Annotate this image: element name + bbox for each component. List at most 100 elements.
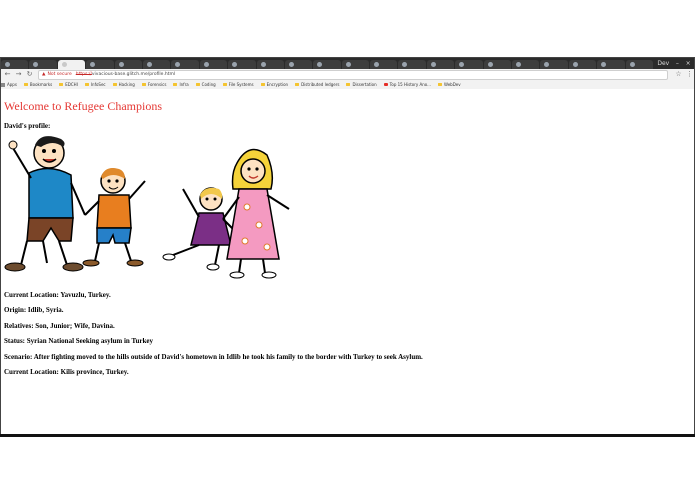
security-label[interactable]: Not secure [47, 72, 71, 77]
bookmark-item[interactable]: EDCHI [59, 82, 78, 87]
browser-tab[interactable] [370, 60, 398, 69]
menu-icon[interactable]: ⋮ [685, 70, 694, 79]
bookmark-label: Hacking [118, 82, 135, 87]
url-text: vivacious-base.glitch.me/profile.html [91, 72, 176, 77]
bookmark-item[interactable]: Encryption [260, 82, 289, 87]
address-bar[interactable]: ▲ Not secure https:// vivacious-base.gli… [38, 69, 668, 80]
browser-tab[interactable] [313, 60, 341, 69]
bookmark-item[interactable]: Dissertation [346, 82, 377, 87]
bookmark-label: Coding [201, 82, 216, 87]
detail-line: Scenario: After fighting moved to the hi… [4, 353, 423, 361]
bookmark-label: Encryption [266, 82, 289, 87]
bookmark-label: Apps [7, 82, 17, 87]
bookmark-item[interactable]: InfoSec [84, 82, 106, 87]
favicon-icon [90, 62, 96, 67]
bookmark-item[interactable]: File Systems [222, 82, 254, 87]
favicon-icon [459, 62, 465, 67]
browser-tab[interactable] [171, 60, 199, 69]
browser-tab[interactable] [512, 60, 540, 69]
browser-tab[interactable] [625, 60, 653, 69]
favicon-icon [288, 62, 294, 67]
bookmark-label: Top 15 History Ano... [389, 82, 431, 87]
profile-heading: David's profile: [4, 122, 51, 130]
page-content: Welcome to Refugee Champions David's pro… [1, 89, 694, 436]
browser-tab[interactable] [1, 60, 29, 69]
bookmark-item[interactable]: Infra [173, 82, 189, 87]
bookmark-label: Forensics [147, 82, 167, 87]
forward-icon[interactable]: → [14, 70, 23, 79]
favicon-icon [402, 62, 408, 67]
bookmark-item[interactable]: Forensics [141, 82, 167, 87]
bookmark-item[interactable]: Coding [195, 82, 216, 87]
browser-tab[interactable] [455, 60, 483, 69]
favicon-icon [118, 62, 124, 67]
bookmark-label: Infra [179, 82, 189, 87]
folder-icon [295, 83, 300, 86]
bookmark-item[interactable]: Apps [1, 82, 17, 87]
window-controls: Dev – × [654, 58, 694, 69]
folder-icon [195, 83, 200, 86]
bookmark-item[interactable]: Distributed ledgers [295, 82, 339, 87]
favicon-icon [487, 62, 493, 67]
favicon-icon [5, 62, 10, 67]
browser-tab[interactable] [540, 60, 568, 69]
favicon-icon [317, 62, 323, 67]
browser-tab[interactable] [57, 60, 86, 69]
minimize-icon[interactable]: – [676, 60, 679, 67]
bookmark-label: Dissertation [352, 82, 377, 87]
favicon-icon [203, 62, 209, 67]
browser-tab[interactable] [426, 60, 455, 69]
browser-tab[interactable] [483, 60, 512, 69]
browser-tab[interactable] [398, 60, 426, 69]
detail-line: Origin: Idlib, Syria. [4, 306, 64, 314]
browser-tab[interactable] [341, 60, 370, 69]
browser-tab[interactable] [86, 60, 114, 69]
bookmark-label: WebDev [443, 82, 461, 87]
window-user[interactable]: Dev [657, 60, 669, 67]
browser-tab[interactable] [597, 60, 625, 69]
close-icon[interactable]: × [686, 60, 691, 67]
folder-icon [346, 83, 351, 86]
detail-line: Current Location: Yavuzlu, Turkey. [4, 291, 111, 299]
folder-icon [173, 83, 178, 86]
detail-line: Status: Syrian National Seeking asylum i… [4, 337, 153, 345]
browser-tab[interactable] [568, 60, 597, 69]
browser-tab[interactable] [142, 60, 171, 69]
browser-tab[interactable] [256, 60, 284, 69]
detail-line: Relatives: Son, Junior; Wife, Davina. [4, 322, 115, 330]
favicon-icon [516, 62, 522, 67]
browser-tab[interactable] [29, 60, 57, 69]
daughter-figure [162, 187, 238, 271]
bookmark-label: Distributed ledgers [301, 82, 340, 87]
folder-icon [437, 83, 442, 86]
bookmark-item[interactable]: Top 15 History Ano... [383, 82, 431, 87]
favicon-icon [374, 62, 380, 67]
folder-icon [112, 83, 117, 86]
star-icon[interactable]: ☆ [674, 70, 683, 79]
favicon-icon [260, 62, 266, 67]
bookmark-item[interactable]: Hacking [112, 82, 135, 87]
favicon-icon [146, 62, 152, 67]
favicon-icon [345, 62, 351, 67]
youtube-icon [383, 83, 388, 86]
browser-tab[interactable] [199, 60, 228, 69]
favicon-icon [430, 62, 436, 67]
bookmark-label: Bookmarks [29, 82, 53, 87]
back-icon[interactable]: ← [3, 70, 12, 79]
tab-strip: Dev – × [1, 58, 694, 69]
favicon-icon [629, 62, 635, 67]
favicon-icon [232, 62, 238, 67]
folder-icon [84, 83, 89, 86]
family-illustration [4, 136, 290, 279]
bookmark-label: InfoSec [90, 82, 106, 87]
apps-icon [1, 82, 5, 87]
mother-figure [222, 148, 290, 279]
browser-tab[interactable] [284, 60, 313, 69]
browser-window: Dev – × ← → ↻ ▲ Not secure https:// viva… [0, 57, 695, 437]
browser-tab[interactable] [228, 60, 256, 69]
bookmark-item[interactable]: WebDev [437, 82, 461, 87]
bookmark-item[interactable]: Bookmarks [23, 82, 53, 87]
browser-tab[interactable] [114, 60, 142, 69]
reload-icon[interactable]: ↻ [25, 70, 34, 79]
detail-line: Current Location: Kilis province, Turkey… [4, 368, 129, 376]
